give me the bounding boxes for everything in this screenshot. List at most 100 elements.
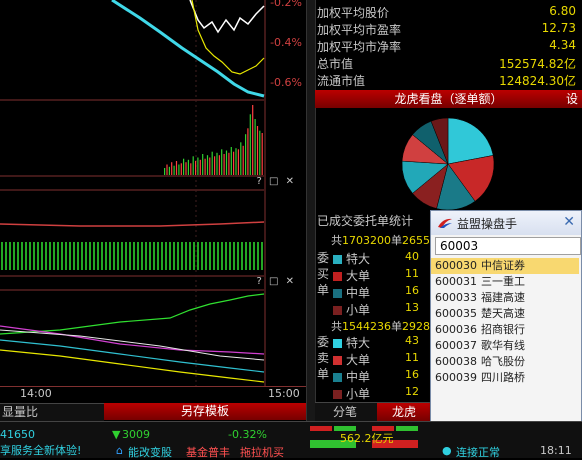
volume-bar (256, 126, 259, 175)
suggestion-item[interactable]: 600033 福建高速 (431, 290, 579, 306)
news-link-3[interactable]: 拖拉机买 (240, 444, 284, 460)
time-label: 14:00 (20, 387, 52, 400)
volume-bar (206, 155, 209, 175)
stock-code-input[interactable] (435, 237, 581, 255)
volume-bar (171, 162, 173, 175)
suggestion-item[interactable]: 600039 四川路桥 (431, 370, 579, 386)
volume-bar (218, 155, 220, 175)
volume-bar (247, 128, 249, 175)
pct-label: -0.6% (270, 76, 302, 89)
volume-bar (187, 159, 189, 175)
legend-swatch (333, 272, 342, 281)
order-size-label: 中单 (346, 286, 371, 300)
suggestion-item[interactable]: 600030 中信证券 (431, 258, 579, 274)
order-size-value: 43 (405, 334, 419, 347)
suggestion-item[interactable]: 600031 三一重工 (431, 274, 579, 290)
volume-bar (173, 165, 175, 175)
ticker-value: 3009 (122, 428, 150, 441)
stock-code: 600038 (435, 355, 477, 368)
volume-bar (233, 151, 235, 175)
popup-titlebar[interactable]: 益盟操盘手 ✕ (431, 211, 581, 235)
tab-tick[interactable]: 分笔 (315, 403, 375, 421)
volume-bar (180, 163, 182, 175)
order-row: 特大 40 (333, 250, 433, 266)
tab-longhu[interactable]: 龙虎 (377, 403, 431, 421)
volume-bar (183, 158, 185, 175)
indicator-line-green (0, 293, 265, 335)
stock-code: 600039 (435, 371, 477, 384)
volume-bar (204, 158, 206, 175)
sell-side-label: 委卖单 (317, 335, 330, 381)
volume-bar (249, 114, 251, 175)
index-line (111, 0, 265, 98)
legend-swatch (333, 373, 342, 382)
home-icon[interactable]: ⌂ (116, 444, 123, 457)
stock-code: 600037 (435, 339, 477, 352)
stock-name: 中信证券 (481, 259, 525, 272)
order-size-label: 特大 (346, 252, 371, 266)
volume-bar (214, 156, 216, 175)
indicator-sticks (1, 242, 263, 270)
volume-bar (178, 164, 180, 175)
legend-swatch (333, 356, 342, 365)
tab-save-template[interactable]: 另存模板 (104, 403, 306, 420)
order-row: 小单 12 (333, 385, 433, 401)
stock-search-popup[interactable]: 益盟操盘手 ✕ 600030中信证券600031三一重工600033福建高速60… (430, 210, 582, 439)
order-size-value: 16 (405, 284, 419, 297)
volume-bar (209, 157, 211, 175)
volume-bar (261, 133, 263, 175)
order-pie-chart (401, 117, 495, 211)
buy-side-label: 委买单 (317, 251, 330, 297)
intraday-chart[interactable]: -0.2% -0.4% -0.6% ? □ ✕ ? □ ✕ 14:00 15:0… (0, 0, 306, 403)
suggestion-list: 600030 中信证券 600031 三一重工 600033 福建高速 600035 楚天高速… (431, 258, 579, 386)
suggestion-item[interactable]: 600037 歌华有线 (431, 338, 579, 354)
suggestion-item[interactable]: 600038 哈飞股份 (431, 354, 579, 370)
subpanel-controls[interactable]: ? □ ✕ (257, 276, 297, 287)
suggestion-item[interactable]: 600036 招商银行 (431, 322, 579, 338)
volume-bar (216, 152, 218, 175)
subpanel-controls[interactable]: ? □ ✕ (257, 176, 297, 187)
connection-status: 连接正常 (456, 446, 500, 459)
stock-code: 600031 (435, 275, 477, 288)
clock: 18:11 (540, 444, 572, 457)
volume-bar (242, 145, 244, 175)
price-line (189, 0, 265, 34)
marquee-text[interactable]: 享服务全新体验! (0, 442, 81, 458)
tab-volume-ratio[interactable]: 显量比 (0, 403, 104, 421)
pct-label: -0.4% (270, 36, 302, 49)
suggestion-item[interactable]: 600035 楚天高速 (431, 306, 579, 322)
order-size-label: 大单 (346, 269, 371, 283)
volume-bar (237, 149, 239, 175)
volume-bar (192, 156, 194, 175)
order-row: 中单 16 (333, 284, 433, 300)
stock-code: 600035 (435, 307, 477, 320)
news-link-2[interactable]: 基金普丰 (186, 444, 230, 460)
volume-bar (199, 159, 201, 175)
volume-bars (164, 105, 263, 175)
longhu-settings-button[interactable]: 设 (566, 90, 578, 108)
volume-bar (254, 119, 256, 175)
indicator-line-red (0, 221, 265, 227)
volume-bar (230, 147, 232, 175)
stat-row: 加权平均市净率 4.34 (317, 38, 576, 54)
legend-swatch (333, 390, 342, 399)
order-size-value: 13 (405, 301, 419, 314)
stock-code: 600036 (435, 323, 477, 336)
volume-bar (197, 157, 199, 175)
close-icon[interactable]: ✕ (563, 214, 575, 230)
legend-swatch (333, 306, 342, 315)
volume-bar (190, 163, 192, 175)
order-size-label: 特大 (346, 336, 371, 350)
stat-row: 加权平均股价 6.80 (317, 4, 576, 20)
popup-title: 益盟操盘手 (457, 217, 518, 231)
order-stats-title: 已成交委托单统计 (317, 214, 414, 228)
news-link-1[interactable]: 能改变股 (128, 444, 172, 460)
volume-bar (195, 161, 197, 175)
volume-bar (223, 154, 225, 175)
sell-total: 共1544236单29283 (331, 320, 437, 333)
stock-name: 歌华有线 (481, 339, 525, 352)
chart-canvas[interactable] (0, 0, 306, 386)
stock-name: 楚天高速 (481, 307, 525, 320)
legend-swatch (333, 255, 342, 264)
order-row: 中单 16 (333, 368, 433, 384)
